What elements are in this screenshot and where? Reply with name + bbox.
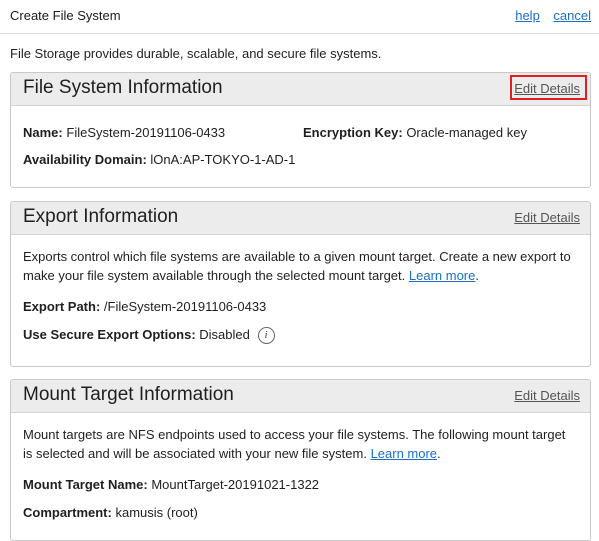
export-path-label: Export Path: (23, 299, 101, 314)
help-link[interactable]: help (515, 8, 540, 23)
panel-title: Mount Target Information (23, 384, 234, 405)
encryption-key-value: Oracle-managed key (406, 125, 527, 140)
dialog-title: Create File System (10, 8, 121, 23)
edit-details-link[interactable]: Edit Details (514, 210, 580, 225)
name-row: Name: FileSystem-20191106-0433 Encryptio… (23, 123, 578, 142)
header-links: help cancel (505, 8, 591, 23)
export-info-panel: Export Information Edit Details Exports … (10, 201, 591, 367)
learn-more-link[interactable]: Learn more (371, 446, 437, 461)
file-system-info-panel: File System Information Edit Details Nam… (10, 72, 591, 188)
learn-more-link[interactable]: Learn more (409, 268, 475, 283)
panel-header: Mount Target Information Edit Details (11, 380, 590, 413)
mount-target-description-text: Mount targets are NFS endpoints used to … (23, 427, 566, 461)
info-icon[interactable]: i (257, 327, 275, 345)
compartment-row: Compartment: kamusis (root) (23, 503, 578, 522)
mount-target-name-label: Mount Target Name: (23, 477, 148, 492)
panel-header: File System Information Edit Details (11, 73, 590, 106)
cancel-link[interactable]: cancel (553, 8, 591, 23)
mount-target-info-panel: Mount Target Information Edit Details Mo… (10, 379, 591, 541)
panel-header: Export Information Edit Details (11, 202, 590, 235)
compartment-value: kamusis (root) (115, 505, 198, 520)
highlight-box (510, 75, 587, 100)
export-path-value: /FileSystem-20191106-0433 (103, 299, 267, 314)
availability-domain-value: lOnA:AP-TOKYO-1-AD-1 (150, 152, 296, 167)
panel-title: Export Information (23, 206, 179, 227)
edit-details-link[interactable]: Edit Details (514, 388, 580, 403)
secure-export-label: Use Secure Export Options: (23, 327, 196, 342)
mount-target-name-value: MountTarget-20191021-1322 (151, 477, 320, 492)
export-description: Exports control which file systems are a… (23, 249, 571, 283)
dialog-header: Create File System help cancel (0, 0, 599, 34)
secure-export-row: Use Secure Export Options: Disabled i (23, 325, 578, 345)
secure-export-value: Disabled (199, 327, 250, 342)
mount-target-description: Mount targets are NFS endpoints used to … (23, 427, 566, 461)
availability-domain-label: Availability Domain: (23, 152, 147, 167)
compartment-label: Compartment: (23, 505, 112, 520)
mount-target-name-row: Mount Target Name: MountTarget-20191021-… (23, 475, 578, 494)
export-path-row: Export Path: /FileSystem-20191106-0433 (23, 297, 578, 316)
intro-text: File Storage provides durable, scalable,… (10, 46, 382, 61)
name-label: Name: (23, 125, 63, 140)
availability-domain-row: Availability Domain: lOnA:AP-TOKYO-1-AD-… (23, 150, 578, 169)
name-value: FileSystem-20191106-0433 (66, 125, 226, 140)
export-description-text: Exports control which file systems are a… (23, 249, 571, 283)
panel-title: File System Information (23, 77, 223, 98)
encryption-key-label: Encryption Key: (303, 125, 403, 140)
